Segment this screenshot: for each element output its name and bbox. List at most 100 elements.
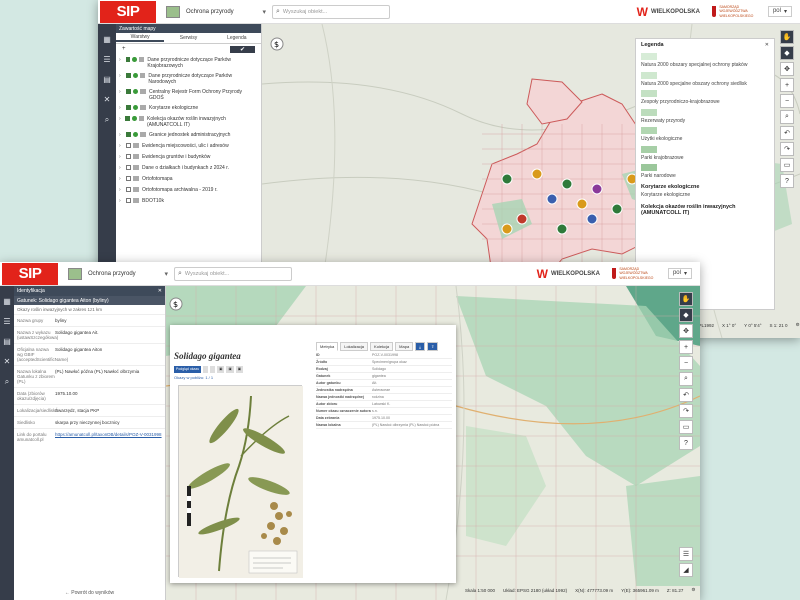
chevron-right-icon[interactable]: ›	[119, 116, 124, 122]
layer-item[interactable]: › BDOT10k	[116, 196, 261, 207]
topic-select[interactable]: Ochrona przyrody ▾	[166, 5, 266, 18]
layer-item[interactable]: › Dane przyrodnicze dotyczące Parków Naro…	[116, 71, 261, 87]
screen-icon[interactable]: ▭	[679, 420, 693, 434]
zoom-extent-icon[interactable]: ⌕	[780, 110, 794, 124]
crest-logo[interactable]: SAMORZĄD WOJEWÓDZTWA WIELKOPOLSKIEGO	[711, 5, 760, 18]
grid-icon[interactable]: ▦	[98, 35, 116, 44]
tab-mapa[interactable]: Mapa	[395, 342, 414, 351]
settings-icon[interactable]: ⚙	[691, 587, 695, 593]
tool-button[interactable]: ▣	[235, 366, 244, 373]
layer-item[interactable]: › Kolekcja okazów roślin inwazyjnych (AMU…	[116, 114, 261, 130]
nearby-specimens[interactable]: Okazy w pobliżu: 1 / 1	[174, 375, 213, 380]
layer-item[interactable]: › Dane o działkach i budynkach z 2024 r.	[116, 163, 261, 174]
preview-button[interactable]: Podgląd okazu	[174, 366, 202, 373]
sip-logo[interactable]: SIP	[100, 0, 156, 23]
tab-metryka[interactable]: Metryka	[316, 342, 339, 351]
pan-icon[interactable]: ✥	[679, 324, 693, 338]
tool-button[interactable]: ▣	[226, 366, 234, 373]
hand-icon[interactable]: ✋	[679, 292, 693, 306]
chevron-right-icon[interactable]: ›	[119, 132, 125, 138]
tab-layers[interactable]: Warstwy	[116, 34, 165, 42]
layers-stack-icon[interactable]: ◆	[679, 308, 693, 322]
zoom-in-icon[interactable]: +	[679, 340, 693, 354]
chevron-right-icon[interactable]: ›	[119, 89, 125, 95]
tab-lokalizacja[interactable]: Lokalizacja	[340, 342, 369, 351]
undo-icon[interactable]: ↶	[679, 388, 693, 402]
tool-button[interactable]: ▣	[217, 366, 225, 373]
layer-item[interactable]: › Centralny Rejestr Form Ochrony Przyrody…	[116, 87, 261, 103]
layers-icon[interactable]: ☰	[0, 317, 14, 326]
redo-icon[interactable]: ↷	[780, 142, 794, 156]
layer-checkbox[interactable]	[126, 105, 131, 110]
layer-item[interactable]: › Ewidencja miejscowości, ulic i adresów	[116, 141, 261, 152]
close-icon[interactable]: ✕	[765, 42, 769, 50]
language-select[interactable]: pol ▾	[667, 268, 692, 279]
zoom-out-icon[interactable]: −	[679, 356, 693, 370]
help-icon[interactable]: ?	[679, 436, 693, 450]
redo-icon[interactable]: ↷	[679, 404, 693, 418]
share-icon[interactable]: ⇪	[426, 342, 439, 351]
ruler-icon[interactable]: ◢	[679, 563, 693, 577]
help-icon[interactable]: ?	[780, 174, 794, 188]
grid-icon[interactable]: ▦	[0, 297, 14, 306]
search-icon[interactable]: ⌕	[0, 377, 14, 387]
chevron-right-icon[interactable]: ›	[119, 154, 125, 160]
layer-checkbox[interactable]	[126, 187, 131, 192]
layer-checkbox[interactable]	[125, 116, 131, 121]
layer-checkbox[interactable]	[125, 89, 131, 94]
chevron-right-icon[interactable]: ›	[119, 187, 125, 193]
wielkopolska-logo[interactable]: W WIELKOPOLSKA	[637, 5, 700, 19]
topic-select[interactable]: Ochrona przyrody ▾	[68, 267, 168, 280]
layer-checkbox[interactable]	[125, 73, 131, 78]
chevron-right-icon[interactable]: ›	[119, 105, 125, 111]
chevron-right-icon[interactable]: ›	[119, 73, 125, 79]
crest-logo[interactable]: SAMORZĄD WOJEWÓDZTWA WIELKOPOLSKIEGO	[611, 267, 660, 280]
layer-item[interactable]: › Ortofotomapa	[116, 174, 261, 185]
tab-kolekcja[interactable]: Kolekcja	[370, 342, 394, 351]
layer-item[interactable]: › Ortofotomapa archiwalna - 2019 r.	[116, 185, 261, 196]
close-icon[interactable]: ✕	[158, 288, 162, 294]
export-icon[interactable]: ⤓	[415, 342, 425, 351]
back-to-results-button[interactable]: ← Powrót do wyników	[14, 590, 165, 596]
wielkopolska-logo[interactable]: W WIELKOPOLSKA	[537, 267, 600, 281]
tools-icon[interactable]: ✕	[98, 95, 116, 104]
hand-icon[interactable]: ✋	[780, 30, 794, 44]
add-layer-icon[interactable]: +	[122, 46, 126, 53]
language-select[interactable]: pol ▾	[767, 6, 792, 17]
layer-checkbox[interactable]	[126, 132, 131, 137]
search-icon[interactable]: ⌕	[98, 115, 116, 125]
zoom-in-icon[interactable]: +	[780, 78, 794, 92]
list-icon[interactable]: ☰	[679, 547, 693, 561]
document-icon[interactable]: ▤	[98, 75, 116, 84]
tool-button[interactable]	[210, 366, 216, 373]
search-input[interactable]: ⌕ Wyszukaj obiekt...	[272, 4, 390, 19]
layer-item[interactable]: › Granice jednostek administracyjnych	[116, 130, 261, 141]
pan-icon[interactable]: ✥	[780, 62, 794, 76]
zoom-extent-icon[interactable]: ⌕	[679, 372, 693, 386]
layer-checkbox[interactable]	[125, 57, 131, 62]
undo-icon[interactable]: ↶	[780, 126, 794, 140]
search-input[interactable]: ⌕ Wyszukaj obiekt...	[174, 266, 292, 281]
check-all-icon[interactable]: ✔	[229, 46, 255, 53]
layer-item[interactable]: › Ewidencja gruntów i budynków	[116, 152, 261, 163]
chevron-right-icon[interactable]: ›	[119, 57, 125, 63]
chevron-right-icon[interactable]: ›	[119, 198, 125, 204]
layer-checkbox[interactable]	[126, 165, 131, 170]
sip-logo[interactable]: SIP	[2, 262, 58, 285]
tab-services[interactable]: Serwisy	[164, 35, 212, 41]
document-icon[interactable]: ▤	[0, 337, 14, 346]
chevron-right-icon[interactable]: ›	[119, 143, 125, 149]
chevron-right-icon[interactable]: ›	[119, 176, 125, 182]
zoom-out-icon[interactable]: −	[780, 94, 794, 108]
layers-stack-icon[interactable]: ◆	[780, 46, 794, 60]
tool-button[interactable]	[203, 366, 209, 373]
screen-icon[interactable]: ▭	[780, 158, 794, 172]
layer-checkbox[interactable]	[126, 198, 131, 203]
layer-checkbox[interactable]	[126, 154, 131, 159]
layer-checkbox[interactable]	[126, 143, 131, 148]
attribute-link[interactable]: https://amunatcoll.pl/taxonDB/details/PO…	[55, 432, 162, 442]
settings-icon[interactable]: ⚙	[796, 322, 800, 328]
chevron-right-icon[interactable]: ›	[119, 165, 125, 171]
layer-item[interactable]: › Dane przyrodnicze dotyczące Parków Kraj…	[116, 55, 261, 71]
layer-item[interactable]: › Korytarze ekologiczne	[116, 103, 261, 114]
